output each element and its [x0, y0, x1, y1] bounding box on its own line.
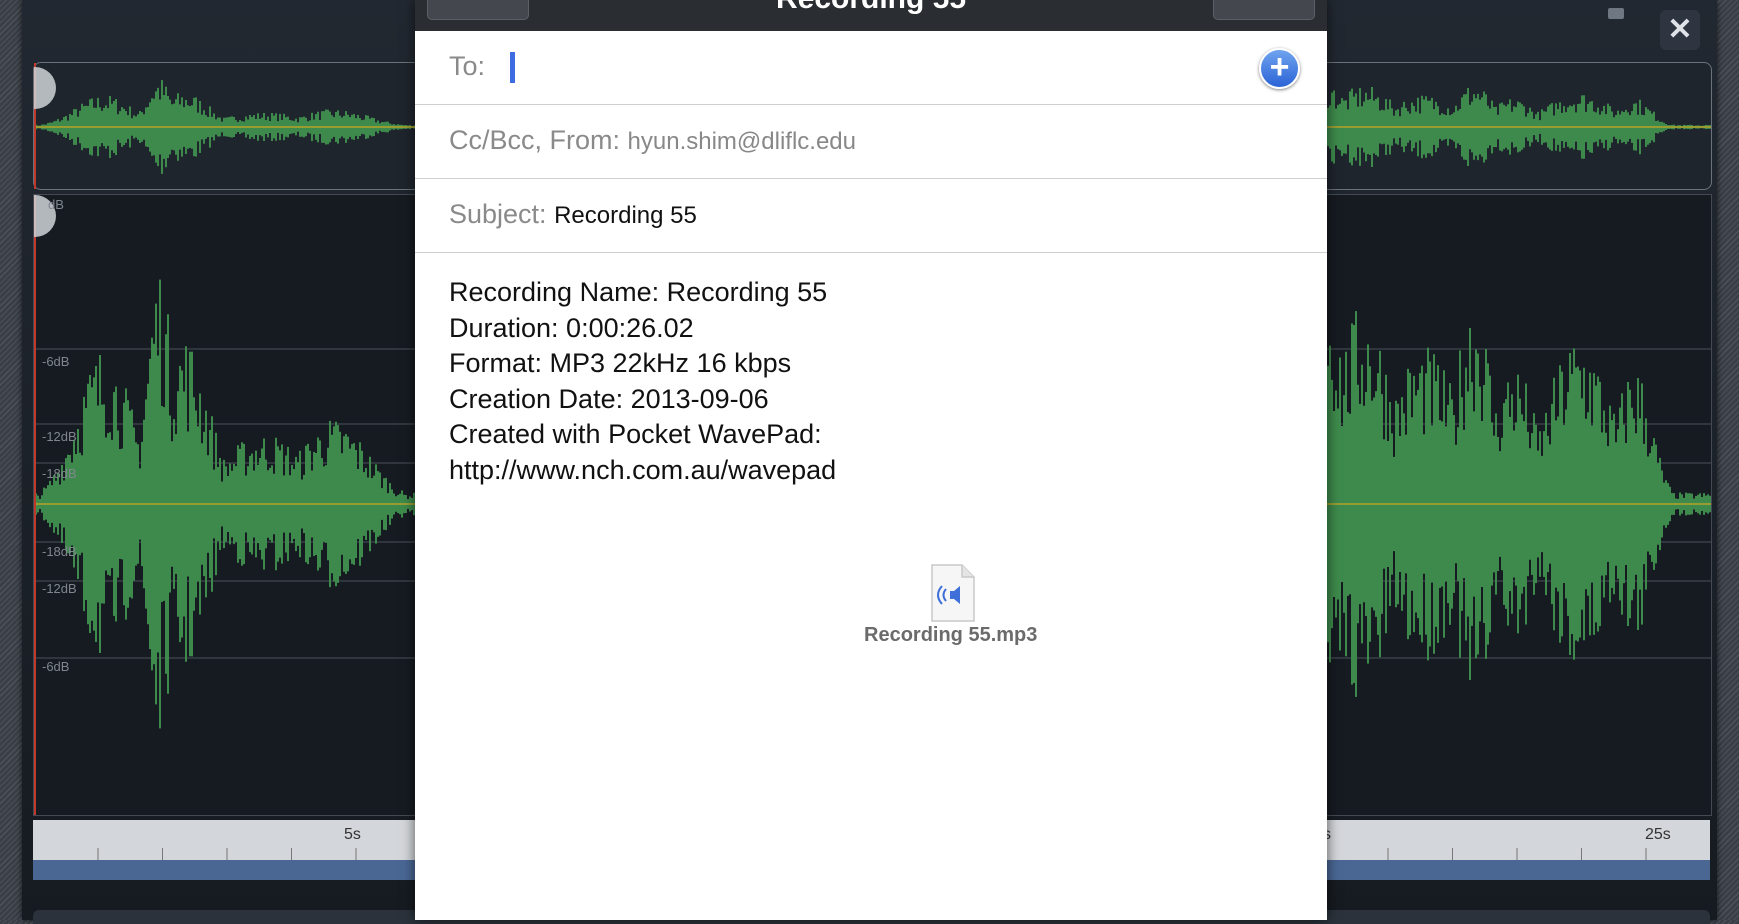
send-button[interactable] — [1213, 0, 1315, 20]
email-compose-sheet: Recording 55 To: + Cc/Bcc, From: hyun.sh… — [415, 0, 1327, 920]
plus-circle-icon[interactable]: + — [1259, 48, 1300, 89]
subject-label-wrap: Subject: Recording 55 — [449, 199, 697, 230]
subject-input[interactable]: Recording 55 — [554, 202, 697, 229]
cc-from-label: Cc/Bcc, From: hyun.shim@dliflc.edu — [449, 125, 856, 156]
subject-field[interactable]: Subject: Recording 55 — [415, 179, 1327, 253]
db-label: -18dB — [42, 544, 77, 559]
compose-title: Recording 55 — [415, 0, 1327, 16]
battery-icon — [1608, 8, 1624, 19]
db-label: -12dB — [42, 429, 77, 444]
cc-from-label-text: Cc/Bcc, From: — [449, 125, 621, 155]
db-label: -12dB — [42, 581, 77, 596]
db-label: -6dB — [42, 659, 70, 674]
audio-file-icon[interactable] — [930, 563, 976, 623]
db-label: -6dB — [42, 354, 70, 369]
subject-label: Subject: — [449, 199, 547, 229]
body-line: http://www.nch.com.au/wavepad — [449, 454, 837, 485]
body-line: Format: MP3 22kHz 16 kbps — [449, 348, 792, 378]
body-line: Duration: 0:00:26.02 — [449, 312, 694, 343]
body-line: Creation Date: 2013-09-06 — [449, 383, 769, 414]
message-body[interactable]: Recording Name: Recording 55 Duration: 0… — [449, 275, 836, 488]
db-label: -18dB — [42, 466, 77, 481]
compose-header: Recording 55 — [415, 0, 1327, 31]
body-line: Recording Name: Recording 55 — [449, 277, 828, 307]
attachment-name[interactable]: Recording 55.mp3 — [864, 624, 1037, 647]
cc-from-field[interactable]: Cc/Bcc, From: hyun.shim@dliflc.edu — [415, 105, 1327, 179]
from-address: hyun.shim@dliflc.edu — [627, 128, 856, 155]
text-cursor — [510, 52, 515, 83]
timeline-label: 5s — [344, 826, 361, 843]
body-line: Created with Pocket WavePad: — [449, 419, 822, 449]
timeline-label: 25s — [1645, 826, 1671, 843]
to-label: To: — [449, 51, 486, 81]
db-label-top: dB — [48, 197, 64, 212]
to-field[interactable]: To: + — [415, 31, 1327, 105]
close-button[interactable]: ✕ — [1660, 10, 1700, 50]
